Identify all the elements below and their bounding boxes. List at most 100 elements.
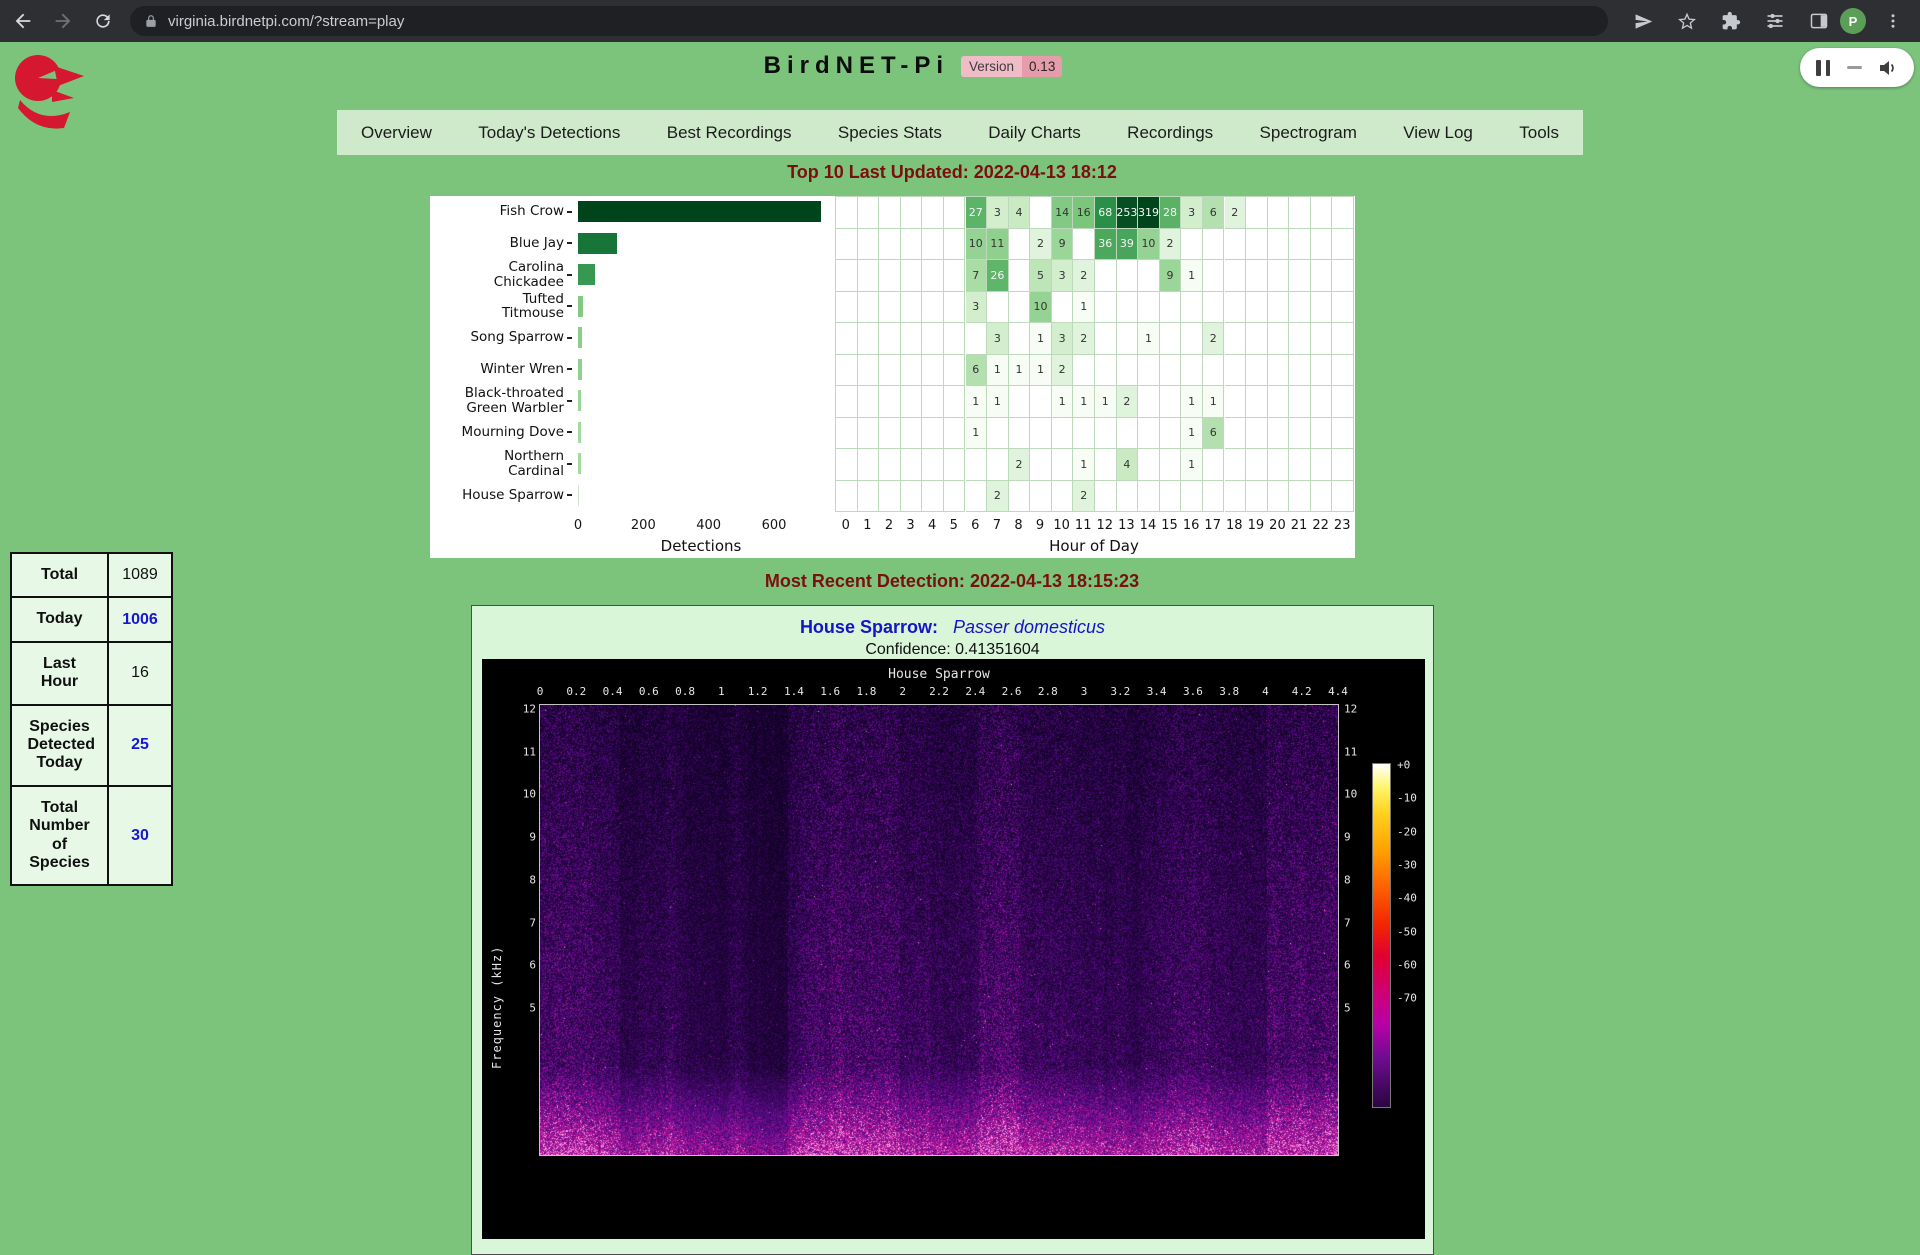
heatmap-cell [1009, 323, 1031, 355]
speaker-icon[interactable] [1878, 58, 1898, 78]
spectrogram-time-tick: 0.2 [566, 685, 586, 698]
heatmap-cell [944, 481, 966, 513]
heatmap-cell [836, 355, 858, 387]
nav-item-tools[interactable]: Tools [1519, 123, 1559, 143]
stat-value[interactable]: 25 [108, 705, 172, 786]
heatmap-cell [1117, 481, 1139, 513]
heatmap-cell: 1 [1095, 386, 1117, 418]
audio-scrubber[interactable] [1847, 66, 1862, 70]
nav-item-best-recordings[interactable]: Best Recordings [667, 123, 792, 143]
heatmap-cell [901, 355, 923, 387]
heatmap-cell: 319 [1138, 197, 1160, 229]
heatmap-cell [1311, 386, 1333, 418]
heatmap-cell [836, 292, 858, 324]
heatmap-cell: 10 [1030, 292, 1052, 324]
heatmap-cell [1289, 292, 1311, 324]
hour-tick-label: 1 [863, 518, 871, 533]
stat-value[interactable]: 30 [108, 786, 172, 886]
hour-tick-label: 2 [885, 518, 893, 533]
nav-item-view-log[interactable]: View Log [1403, 123, 1473, 143]
heatmap-cell [1052, 418, 1074, 450]
menu-button[interactable] [1876, 4, 1910, 38]
side-panel-button[interactable] [1802, 4, 1836, 38]
share-button[interactable] [1626, 4, 1660, 38]
heatmap-cell [1009, 229, 1031, 261]
spectrogram-time-tick: 0 [537, 685, 544, 698]
heatmap-cell [1332, 229, 1354, 261]
heatmap-cell: 1 [1030, 355, 1052, 387]
spectrogram-time-tick: 3.2 [1110, 685, 1130, 698]
heatmap-cell [1009, 481, 1031, 513]
spectrogram-time-tick: 2.2 [929, 685, 949, 698]
hour-axis-label: Hour of Day [1049, 537, 1139, 555]
detection-confidence-line: Confidence: 0.41351604 [472, 641, 1433, 659]
heatmap-cell [1052, 481, 1074, 513]
spectrogram-title: House Sparrow [888, 667, 990, 682]
stat-value[interactable]: 1006 [108, 597, 172, 641]
forward-button[interactable] [46, 4, 80, 38]
heatmap-cell [1311, 449, 1333, 481]
heatmap-cell [1095, 292, 1117, 324]
spectrogram-freq-tick: 7 [502, 916, 536, 929]
hour-tick-label: 9 [1036, 518, 1044, 533]
nav-item-species-stats[interactable]: Species Stats [838, 123, 942, 143]
tune-icon [1765, 11, 1785, 31]
heatmap-cell: 6 [1203, 418, 1225, 450]
bookmark-button[interactable] [1670, 4, 1704, 38]
heatmap-cell [879, 386, 901, 418]
heatmap-cell [858, 418, 880, 450]
heatmap-cell [922, 355, 944, 387]
heatmap-cell [879, 481, 901, 513]
audio-player[interactable] [1800, 48, 1914, 87]
reload-button[interactable] [86, 4, 120, 38]
heatmap-cell [858, 355, 880, 387]
heatmap-cell [966, 481, 988, 513]
heatmap-cell [1268, 229, 1290, 261]
heatmap-cell [901, 449, 923, 481]
spectrogram-freq-tick: 5 [502, 1001, 536, 1014]
nav-item-recordings[interactable]: Recordings [1127, 123, 1213, 143]
heatmap-cell [836, 229, 858, 261]
species-label: Fish Crow [422, 196, 572, 228]
nav-item-spectrogram[interactable]: Spectrogram [1260, 123, 1357, 143]
nav-item-daily-charts[interactable]: Daily Charts [988, 123, 1081, 143]
pause-icon[interactable] [1816, 60, 1830, 76]
address-bar[interactable]: virginia.birdnetpi.com/?stream=play [130, 6, 1608, 36]
lock-icon [144, 13, 158, 29]
version-badge: Version 0.13 [961, 56, 1062, 77]
heatmap-cell [1332, 418, 1354, 450]
heatmap-cell [1289, 229, 1311, 261]
species-label: Black-throated Green Warbler [422, 385, 572, 417]
heatmap-cell: 2 [1225, 197, 1247, 229]
stat-label: Species Detected Today [11, 705, 108, 786]
top10-heading: Top 10 Last Updated: 2022-04-13 18:12 [452, 162, 1452, 183]
browser-toolbar: virginia.birdnetpi.com/?stream=play P [0, 0, 1920, 42]
heatmap-cell [1289, 355, 1311, 387]
profile-avatar[interactable]: P [1840, 8, 1866, 34]
heatmap-cell [1311, 355, 1333, 387]
stats-row: Today1006 [11, 597, 172, 641]
heatmap-cell [1289, 197, 1311, 229]
nav-item-overview[interactable]: Overview [361, 123, 432, 143]
detection-common-name[interactable]: House Sparrow: [800, 617, 938, 637]
extensions-button[interactable] [1714, 4, 1748, 38]
hour-tick-label: 14 [1140, 518, 1157, 533]
heatmap-cell: 1 [1181, 260, 1203, 292]
count-tick-label: 200 [631, 518, 656, 533]
colorbar-tick-label: -50 [1397, 925, 1417, 938]
heatmap-cell: 1 [987, 355, 1009, 387]
heatmap-cell [1073, 229, 1095, 261]
heatmap-cell [1268, 323, 1290, 355]
heatmap-cell [944, 229, 966, 261]
hour-tick-label: 0 [842, 518, 850, 533]
hour-tick-label: 12 [1097, 518, 1114, 533]
nav-item-today-s-detections[interactable]: Today's Detections [478, 123, 620, 143]
heatmap-cell: 253 [1117, 197, 1139, 229]
heatmap-cell: 26 [987, 260, 1009, 292]
version-value: 0.13 [1022, 56, 1062, 77]
spectrogram-canvas [540, 705, 1338, 1155]
back-button[interactable] [6, 4, 40, 38]
media-controls-button[interactable] [1758, 4, 1792, 38]
heatmap-cell [1311, 481, 1333, 513]
heatmap-cell [944, 449, 966, 481]
